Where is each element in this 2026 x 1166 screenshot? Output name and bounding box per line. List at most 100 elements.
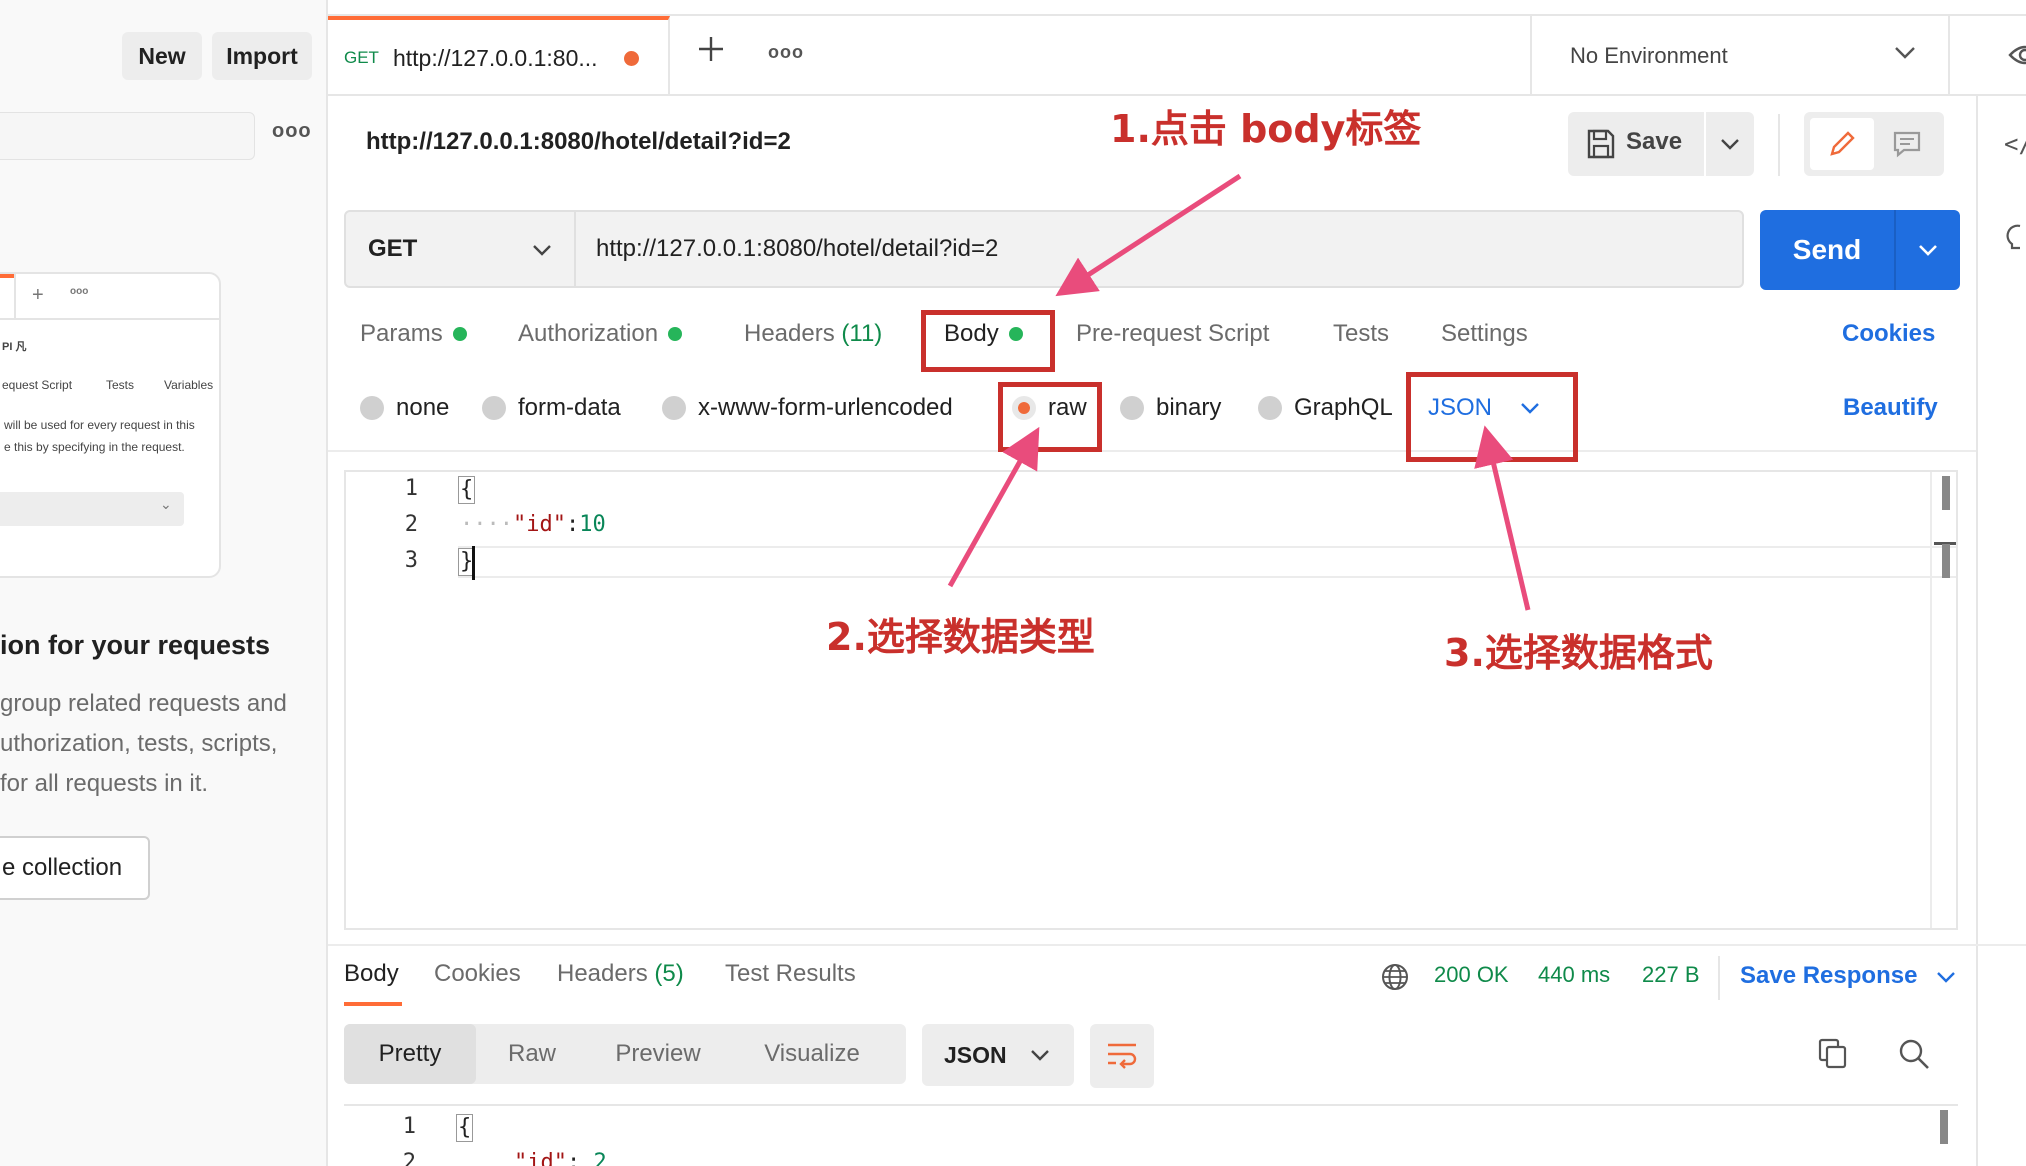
annotation-box-raw (998, 382, 1102, 452)
url-input[interactable]: http://127.0.0.1:8080/hotel/detail?id=2 (596, 212, 998, 286)
editor-scrollbar[interactable] (1942, 476, 1950, 510)
method-chevron-icon (533, 245, 551, 256)
save-icon (1586, 128, 1616, 165)
response-language-chevron-icon (1031, 1050, 1049, 1061)
new-tab-plus-icon[interactable] (696, 34, 726, 69)
tab-params-label: Params (360, 320, 443, 347)
response-tab-body[interactable]: Body (344, 960, 399, 988)
collection-info-heading: ion for your requests (0, 630, 271, 660)
save-response-label: Save Response (1740, 962, 1918, 989)
right-panel-divider (1976, 96, 1978, 1166)
search-icon[interactable] (1898, 1038, 1930, 1075)
response-body-editor[interactable]: 1 2 { "id": 2 (344, 1104, 1958, 1166)
environment-selector[interactable]: No Environment (1530, 16, 1950, 96)
tab-bar: GET http://127.0.0.1:80... ooo No Enviro… (328, 14, 2026, 96)
response-tab-headers[interactable]: Headers (5) (557, 960, 684, 988)
save-button[interactable]: Save (1626, 128, 1682, 156)
tab-tests[interactable]: Tests (1333, 320, 1389, 348)
preview-text-line1: will be used for every request in this (4, 418, 195, 432)
collection-preview-card: + ooo PI 凡 equest Script Tests Variables… (0, 272, 221, 578)
method-value: GET (368, 235, 418, 262)
format-raw[interactable]: Raw (476, 1024, 588, 1084)
tab-prerequest-script[interactable]: Pre-request Script (1076, 320, 1269, 348)
body-type-binary[interactable]: binary (1120, 394, 1221, 422)
preview-col-variables: Variables (164, 378, 214, 392)
import-button[interactable]: Import (212, 32, 312, 80)
response-tab-test-results[interactable]: Test Results (725, 960, 856, 988)
body-type-form-data[interactable]: form-data (482, 394, 621, 422)
response-colon: : (566, 1150, 581, 1166)
url-bar: GET http://127.0.0.1:8080/hotel/detail?i… (344, 210, 1744, 288)
wrap-lines-button[interactable] (1090, 1024, 1154, 1088)
wrap-lines-icon (1108, 1043, 1137, 1069)
response-status: 200 OK (1434, 962, 1509, 987)
body-type-urlencoded[interactable]: x-www-form-urlencoded (662, 394, 953, 422)
radio-binary-icon (1120, 396, 1144, 420)
response-code-line-2: "id": 2 (514, 1150, 607, 1166)
save-response-chevron-icon (1937, 972, 1955, 983)
send-button[interactable]: Send (1760, 210, 1894, 290)
save-response-button[interactable]: Save Response (1740, 962, 1956, 990)
save-options-chevron-icon[interactable] (1720, 138, 1740, 150)
edit-mode-button[interactable] (1810, 118, 1874, 170)
format-pretty[interactable]: Pretty (344, 1024, 476, 1084)
radio-graphql-icon (1258, 396, 1282, 420)
sidebar-search-input[interactable] (0, 112, 255, 160)
format-preview[interactable]: Preview (588, 1024, 728, 1084)
text-cursor (472, 546, 475, 580)
request-tab[interactable]: GET http://127.0.0.1:80... (328, 16, 670, 96)
response-language-select[interactable]: JSON (922, 1024, 1074, 1086)
send-options-chevron-icon[interactable] (1918, 244, 1938, 256)
body-type-none[interactable]: none (360, 394, 449, 422)
comment-icon[interactable] (1892, 130, 1922, 158)
authorization-status-dot-icon (668, 327, 683, 341)
beautify-link[interactable]: Beautify (1843, 394, 1938, 422)
code-snippet-icon[interactable]: </ (2004, 130, 2026, 158)
tab-settings[interactable]: Settings (1441, 320, 1528, 348)
tab-authorization-label: Authorization (518, 320, 659, 347)
sidebar-more-icon[interactable]: ooo (272, 120, 312, 143)
request-name[interactable]: http://127.0.0.1:8080/hotel/detail?id=2 (366, 128, 791, 156)
globe-icon[interactable] (1380, 962, 1410, 997)
response-scrollbar[interactable] (1940, 1110, 1948, 1144)
new-button[interactable]: New (122, 32, 202, 80)
response-format-tabs: Pretty Raw Preview Visualize (344, 1024, 906, 1084)
unsaved-dot-icon (623, 50, 639, 66)
send-button-group: Send (1760, 210, 1960, 290)
code-indent: ···· (460, 512, 513, 537)
create-collection-button[interactable]: e collection (0, 836, 150, 900)
response-size: 227 B (1642, 962, 1700, 987)
active-line-highlight (458, 546, 1956, 578)
lightbulb-icon[interactable] (2006, 224, 2026, 259)
response-tab-cookies[interactable]: Cookies (434, 960, 521, 988)
preview-plus-icon: + (32, 284, 44, 306)
tab-headers-label: Headers (744, 320, 835, 347)
method-select[interactable]: GET (346, 212, 576, 286)
save-divider (1704, 112, 1706, 176)
radio-urlencoded-icon (662, 396, 686, 420)
format-visualize[interactable]: Visualize (728, 1024, 896, 1084)
preview-text-line2: e this by specifying in the request. (4, 440, 185, 454)
body-type-graphql[interactable]: GraphQL (1258, 394, 1393, 422)
editor-scrollbar-lower[interactable] (1942, 544, 1950, 578)
copy-icon[interactable] (1818, 1038, 1848, 1075)
eye-icon[interactable] (2008, 40, 2026, 75)
preview-tabbar-border (0, 318, 219, 320)
tabs-more-icon[interactable]: ooo (768, 42, 804, 63)
preview-col-tests: Tests (106, 378, 135, 392)
radio-none-icon (360, 396, 384, 420)
request-body-editor[interactable]: 1 2 3 { ····"id":10 } (344, 470, 1958, 930)
preview-chevron-icon: ⌄ (160, 496, 172, 512)
response-headers-count: (5) (654, 960, 684, 987)
body-type-urlencoded-label: x-www-form-urlencoded (698, 394, 953, 421)
annotation-step3: 3.选择数据格式 (1444, 631, 1713, 675)
tab-url: http://127.0.0.1:80... (392, 44, 598, 71)
tab-authorization[interactable]: Authorization (518, 320, 683, 348)
line-number: 1 (402, 1114, 416, 1139)
preview-more-icon: ooo (70, 286, 89, 297)
radio-form-data-icon (482, 396, 506, 420)
tab-headers[interactable]: Headers (11) (744, 320, 882, 348)
cookies-link[interactable]: Cookies (1842, 320, 1935, 348)
tab-params[interactable]: Params (360, 320, 467, 348)
tab-method: GET (344, 48, 379, 67)
